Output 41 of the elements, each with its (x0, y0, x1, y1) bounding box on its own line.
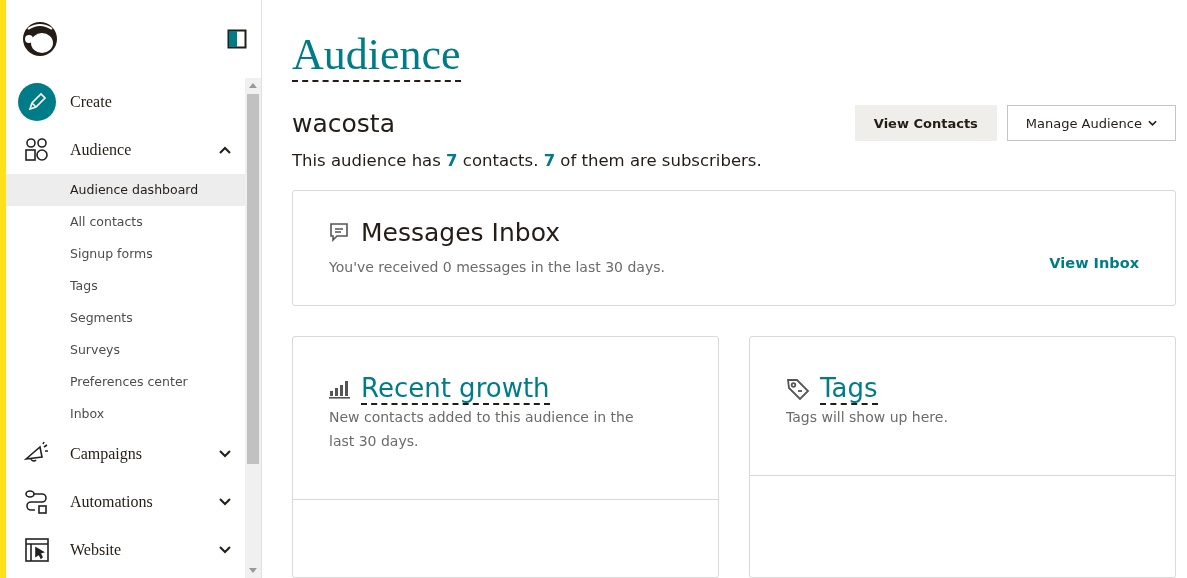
nav-item[interactable]: Create (6, 78, 245, 126)
sidebar-toggle-icon[interactable] (227, 29, 247, 49)
audience-summary: This audience has 7 contacts. 7 of them are subscribers. (292, 151, 763, 170)
manage-audience-button[interactable]: Manage Audience (1006, 105, 1176, 141)
chevron-down-icon (219, 546, 231, 554)
nav-subitem[interactable]: Audience dashboard (6, 174, 245, 206)
nav-subitem[interactable]: Surveys (6, 334, 245, 366)
view-contacts-button[interactable]: View Contacts (854, 105, 997, 141)
view-inbox-link[interactable]: View Inbox (1049, 254, 1139, 279)
chevron-up-icon (219, 146, 231, 154)
nav-item[interactable]: Audience (6, 126, 245, 174)
nav-item[interactable]: Website (6, 526, 245, 574)
bar-chart-icon (329, 379, 351, 399)
nav-subitem[interactable]: Signup forms (6, 238, 245, 270)
chevron-down-icon (219, 450, 231, 458)
card-text: New contacts added to this audience in the last 30 days. (329, 408, 635, 451)
page-title: Audience (292, 30, 461, 82)
nav-subitem[interactable]: Inbox (6, 398, 245, 430)
card-title-link[interactable]: Tags (820, 373, 878, 405)
card-title-link[interactable]: Recent growth (361, 373, 550, 405)
nav-subitem[interactable]: Preferences center (6, 366, 245, 398)
card-text: Tags will show up here. (786, 408, 949, 427)
tag-icon (786, 377, 810, 401)
scroll-up-icon[interactable] (249, 82, 257, 88)
scroll-down-icon[interactable] (249, 568, 257, 574)
chevron-down-icon (219, 498, 231, 506)
workflow-icon (24, 489, 50, 515)
people-icon (24, 137, 50, 163)
browser-icon (24, 537, 50, 563)
nav-item[interactable]: Automations (6, 478, 245, 526)
nav-subitem[interactable]: All contacts (6, 206, 245, 238)
pencil-icon (18, 83, 56, 121)
nav-item[interactable]: Campaigns (6, 430, 245, 478)
nav-subitem[interactable]: Tags (6, 270, 245, 302)
message-icon (329, 222, 349, 242)
card-text: You've received 0 messages in the last 30 days. (329, 257, 665, 277)
audience-name: wacosta (292, 108, 396, 138)
nav-subitem[interactable]: Segments (6, 302, 245, 334)
card-title: Messages Inbox (361, 217, 560, 247)
chevron-down-icon (1148, 120, 1157, 126)
scrollbar[interactable] (245, 78, 261, 578)
